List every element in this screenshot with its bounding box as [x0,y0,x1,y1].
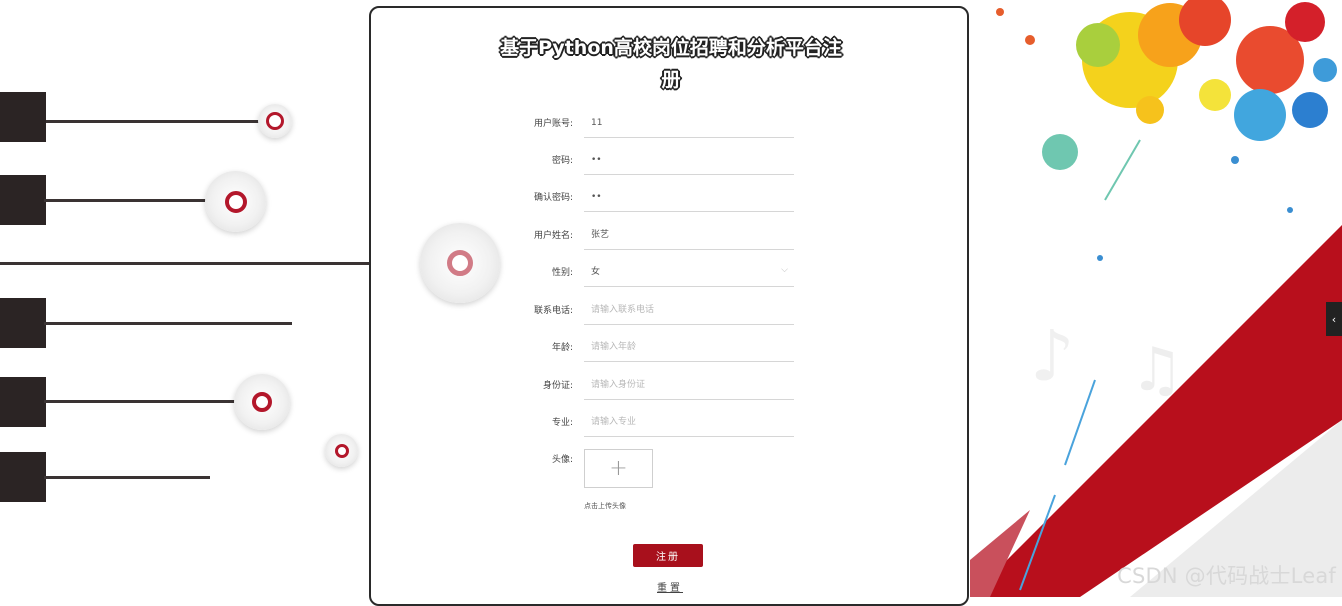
page-title: 基于Python高校岗位招聘和分析平台注 册 [371,32,971,96]
title-line-1: 基于Python高校岗位招聘和分析平台注 [500,37,842,59]
major-input[interactable] [584,409,774,435]
deco-block [0,298,46,348]
age-input[interactable] [584,334,774,360]
major-label: 专业: [551,418,573,428]
name-input[interactable] [584,222,774,248]
avatar-label: 头像: [551,455,573,465]
confirm-password-input[interactable]: •• [584,184,774,210]
deco-block [0,175,46,225]
confirm-password-row: 确认密码: •• [371,184,971,212]
phone-input[interactable] [584,297,774,323]
upload-hint: 点击上传头像 [584,502,626,510]
confirm-password-label: 确认密码: [533,193,573,203]
watermark: CSDN @代码战士Leaf [1117,564,1336,588]
register-panel: 基于Python高校岗位招聘和分析平台注 册 用户账号: 密码: •• 确认密码… [369,6,969,606]
deco-block [0,452,46,502]
major-row: 专业: [371,409,971,437]
deco-line [44,322,292,325]
plus-icon: + [609,456,628,481]
id-card-row: 身份证: [371,372,971,400]
gender-value: 女 [591,267,601,277]
avatar-upload-button[interactable]: + [584,449,653,488]
paint-splash-art: ♪ ♫ [970,0,1342,597]
svg-text:♫: ♫ [1130,335,1184,405]
account-row: 用户账号: [371,110,971,138]
deco-disc-large [420,223,500,303]
deco-disc [205,171,266,232]
password-row: 密码: •• [371,147,971,175]
chevron-down-icon: ⌵ [781,265,788,275]
svg-text:♪: ♪ [1030,315,1075,397]
password-input[interactable]: •• [584,147,774,173]
id-card-label: 身份证: [542,381,573,391]
account-input[interactable] [584,110,774,136]
chevron-left-icon: ‹ [1331,312,1337,326]
deco-block [0,92,46,142]
avatar-row: 头像: [371,446,971,474]
phone-label: 联系电话: [533,306,573,316]
left-decoration [0,0,370,597]
age-row: 年龄: [371,334,971,362]
gender-label: 性别: [551,268,573,278]
gender-select[interactable]: 女 ⌵ [584,259,794,287]
deco-disc [234,374,290,430]
deco-disc [325,434,358,467]
name-label: 用户姓名: [533,231,573,241]
deco-disc [258,104,292,138]
side-collapse-tab[interactable]: ‹ [1326,302,1342,336]
deco-line [46,120,261,123]
register-button[interactable]: 注册 [633,544,703,567]
title-line-2: 册 [661,69,681,91]
deco-line [0,262,370,265]
right-decoration: ♪ ♫ ‹ [970,0,1342,597]
deco-line [44,476,210,479]
account-label: 用户账号: [533,119,573,129]
deco-block [0,377,46,427]
reset-button[interactable]: 重置 [645,578,695,595]
deco-line [44,400,238,403]
deco-line [44,199,210,202]
password-label: 密码: [551,156,573,166]
age-label: 年龄: [551,343,573,353]
id-card-input[interactable] [584,372,774,398]
